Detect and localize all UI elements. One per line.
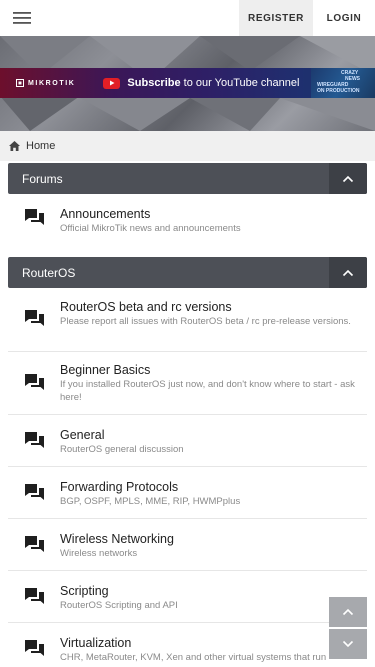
login-button[interactable]: LOGIN: [313, 0, 375, 36]
mikrotik-logo-icon: [16, 79, 24, 87]
banner-promo-art: CRAZY NEWS WIREGUARD ON PRODUCTION: [311, 68, 375, 98]
youtube-play-icon: [103, 77, 121, 89]
top-bar: REGISTER LOGIN: [0, 0, 375, 36]
forum-description: RouterOS general discussion: [60, 444, 184, 455]
forum-chat-icon: [8, 636, 60, 657]
scroll-down-icon[interactable]: [329, 629, 367, 659]
register-button[interactable]: REGISTER: [239, 0, 313, 36]
section-header-routeros[interactable]: RouterOS: [8, 257, 367, 288]
forum-chat-icon: [8, 207, 60, 226]
forum-title[interactable]: Forwarding Protocols: [60, 480, 357, 495]
breadcrumb-home-link[interactable]: Home: [26, 140, 55, 152]
section-header-forums[interactable]: Forums: [8, 163, 367, 194]
forum-row-virtualization[interactable]: Virtualization CHR, MetaRouter, KVM, Xen…: [8, 623, 367, 667]
chevron-up-icon[interactable]: [329, 163, 367, 194]
forum-title[interactable]: Wireless Networking: [60, 532, 357, 547]
forum-chat-icon: [8, 300, 60, 327]
forum-row-announcements[interactable]: Announcements Official MikroTik news and…: [8, 194, 367, 250]
forum-row-beginner-basics[interactable]: Beginner Basics If you installed RouterO…: [8, 352, 367, 415]
forum-chat-icon: [8, 428, 60, 449]
forum-row-forwarding-protocols[interactable]: Forwarding Protocols BGP, OSPF, MPLS, MM…: [8, 467, 367, 519]
forum-title[interactable]: General: [60, 428, 357, 443]
forum-description: Please report all issues with RouterOS b…: [60, 316, 351, 327]
forum-description: BGP, OSPF, MPLS, MME, RIP, HWMPplus: [60, 496, 241, 507]
section-title: Forums: [22, 171, 63, 186]
section-title: RouterOS: [22, 265, 76, 280]
forum-row-general[interactable]: General RouterOS general discussion: [8, 415, 367, 467]
scroll-up-icon[interactable]: [329, 597, 367, 627]
forum-chat-icon: [8, 480, 60, 501]
forum-title[interactable]: Virtualization: [60, 636, 357, 651]
hero-banner: MIKROTIK Subscribe to our YouTube channe…: [0, 36, 375, 131]
auth-actions: REGISTER LOGIN: [239, 0, 375, 36]
forum-chat-icon: [8, 584, 60, 605]
hamburger-menu-icon[interactable]: [0, 0, 44, 36]
home-icon[interactable]: [9, 141, 20, 151]
breadcrumb: Home: [0, 131, 375, 161]
forum-chat-icon: [8, 363, 60, 391]
forum-chat-icon: [8, 532, 60, 553]
forum-description: Wireless networks: [60, 548, 138, 559]
forum-title[interactable]: Announcements: [60, 207, 357, 222]
forum-row-scripting[interactable]: Scripting RouterOS Scripting and API: [8, 571, 367, 623]
forum-title[interactable]: Beginner Basics: [60, 363, 357, 378]
chevron-up-icon[interactable]: [329, 257, 367, 288]
forum-description: Official MikroTik news and announcements: [60, 223, 241, 234]
forum-title[interactable]: RouterOS beta and rc versions: [60, 300, 357, 315]
forum-description: If you installed RouterOS just now, and …: [60, 379, 355, 403]
forum-title[interactable]: Scripting: [60, 584, 357, 599]
forum-description: CHR, MetaRouter, KVM, Xen and other virt…: [60, 652, 327, 663]
forum-row-wireless-networking[interactable]: Wireless Networking Wireless networks: [8, 519, 367, 571]
forum-row-routeros-beta[interactable]: RouterOS beta and rc versions Please rep…: [8, 288, 367, 352]
brand-text: MIKROTIK: [28, 79, 76, 87]
mikrotik-logo: MIKROTIK: [16, 79, 75, 87]
subscribe-text: Subscribe to our YouTube channel: [127, 77, 300, 89]
forum-description: RouterOS Scripting and API: [60, 600, 178, 611]
youtube-subscribe-banner[interactable]: MIKROTIK Subscribe to our YouTube channe…: [0, 68, 375, 98]
